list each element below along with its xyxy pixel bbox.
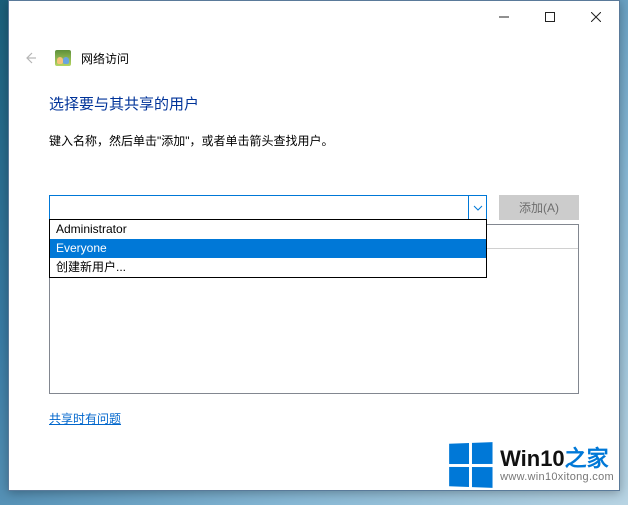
page-heading: 选择要与其共享的用户 xyxy=(49,93,579,114)
user-name-input[interactable] xyxy=(49,195,487,220)
breadcrumb-row: 网络访问 xyxy=(9,33,619,83)
window-titlebar xyxy=(9,1,619,33)
breadcrumb-title: 网络访问 xyxy=(81,50,129,67)
content-area: 选择要与其共享的用户 键入名称，然后单击"添加"，或者单击箭头查找用户。 Adm… xyxy=(9,83,619,490)
watermark-text: Win10之家 www.win10xitong.com xyxy=(500,447,614,483)
windows-logo-icon xyxy=(449,442,492,488)
dropdown-item-everyone[interactable]: Everyone xyxy=(50,239,486,258)
watermark-url: www.win10xitong.com xyxy=(500,471,614,483)
watermark: Win10之家 www.win10xitong.com xyxy=(448,443,614,487)
dropdown-toggle[interactable] xyxy=(468,196,486,219)
instruction-text: 键入名称，然后单击"添加"，或者单击箭头查找用户。 xyxy=(49,132,579,149)
file-sharing-window: 网络访问 选择要与其共享的用户 键入名称，然后单击"添加"，或者单击箭头查找用户… xyxy=(8,0,620,491)
network-access-icon xyxy=(55,50,71,66)
minimize-button[interactable] xyxy=(481,1,527,33)
user-entry-row: Administrator Everyone 创建新用户... 添加(A) xyxy=(49,195,579,220)
watermark-brand-prefix: Win10 xyxy=(500,446,565,471)
dropdown-item-administrator[interactable]: Administrator xyxy=(50,220,486,239)
user-combo: Administrator Everyone 创建新用户... xyxy=(49,195,487,220)
add-button: 添加(A) xyxy=(499,195,579,220)
back-button xyxy=(15,43,45,73)
maximize-button[interactable] xyxy=(527,1,573,33)
sharing-help-link[interactable]: 共享时有问题 xyxy=(49,410,579,427)
user-dropdown-list: Administrator Everyone 创建新用户... xyxy=(49,219,487,278)
watermark-brand-suffix: 之家 xyxy=(565,446,609,471)
close-button[interactable] xyxy=(573,1,619,33)
dropdown-item-create-new-user[interactable]: 创建新用户... xyxy=(50,258,486,277)
